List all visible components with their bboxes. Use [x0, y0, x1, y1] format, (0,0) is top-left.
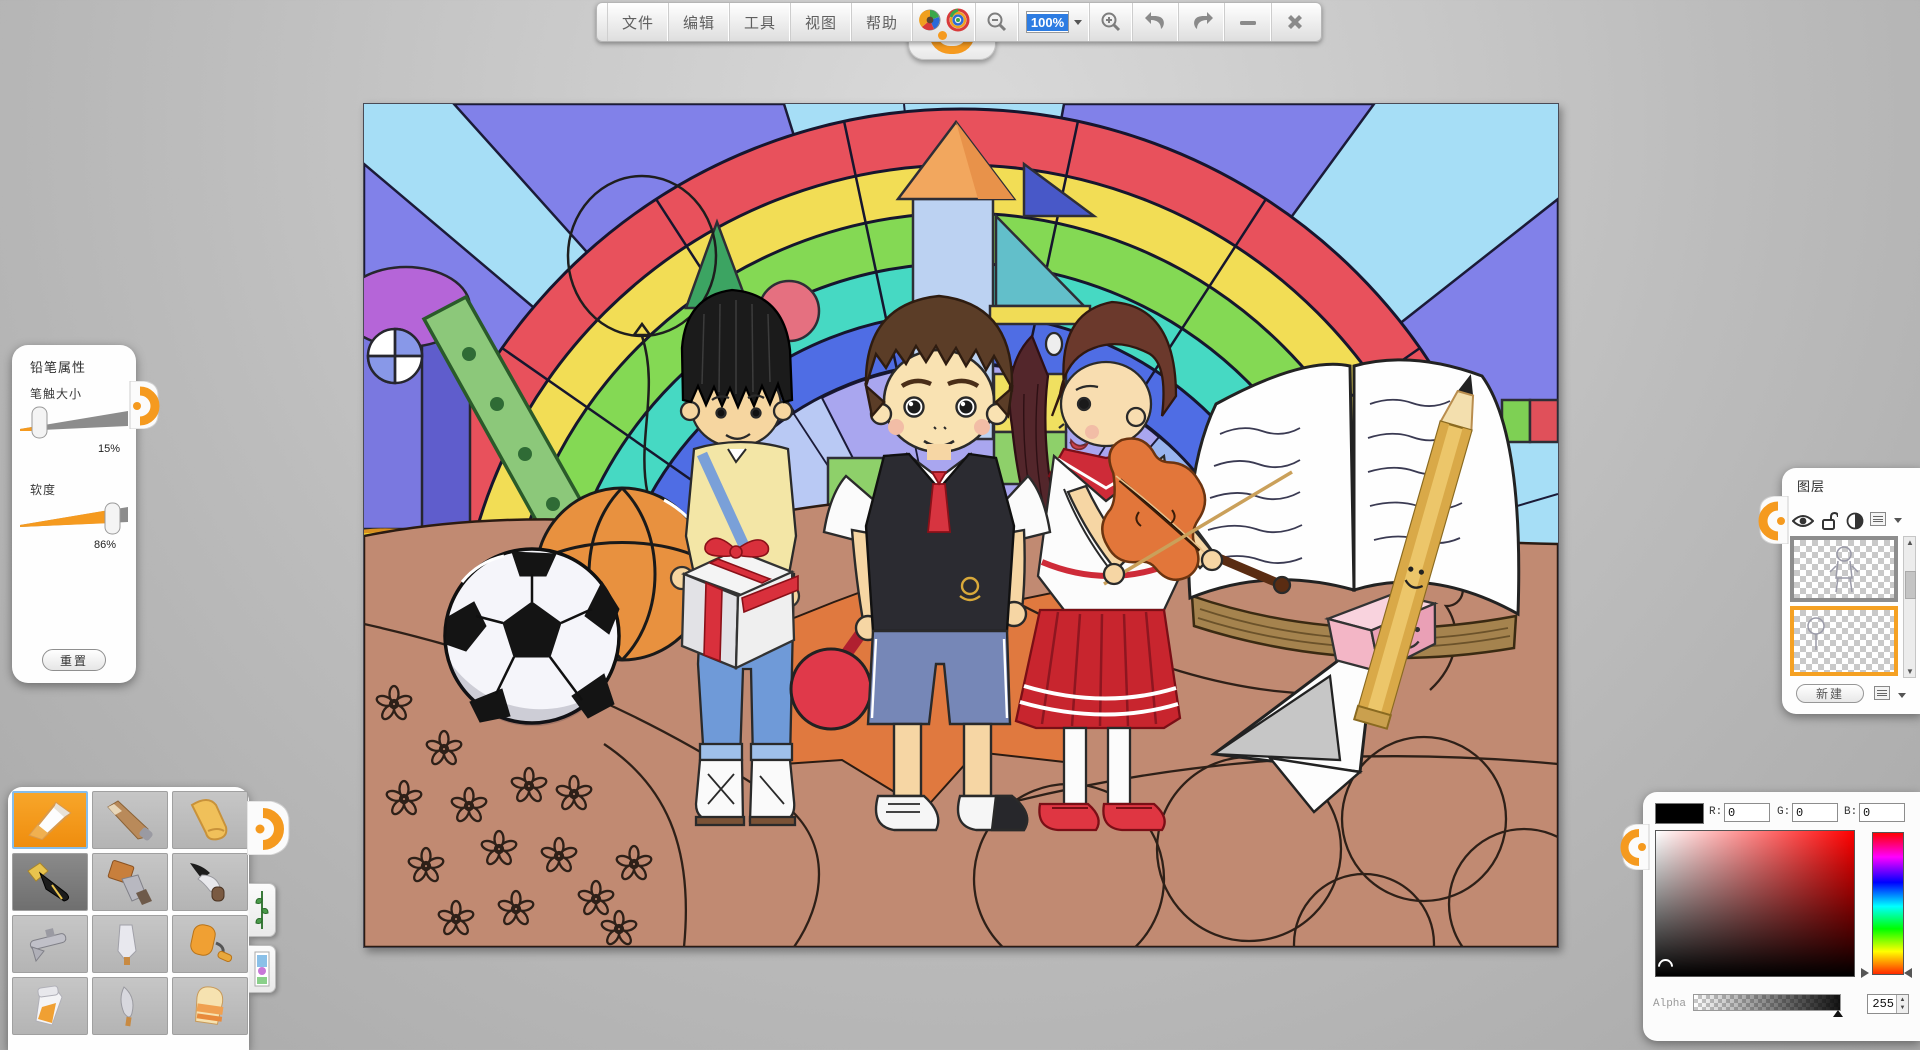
zoom-level-value[interactable]: 100%: [1027, 14, 1068, 31]
color-panel: R: G: B: Alpha 255 ▲ ▼: [1643, 792, 1920, 1041]
tool-pencil-tip[interactable]: [12, 791, 88, 849]
menu-file[interactable]: 文件: [608, 3, 669, 41]
spin-down-icon[interactable]: ▼: [1900, 1005, 1906, 1011]
tool-paint-jar[interactable]: [12, 977, 88, 1035]
alpha-spinner[interactable]: 255 ▲ ▼: [1867, 994, 1909, 1014]
scroll-up-icon[interactable]: ▲: [1906, 538, 1914, 547]
menu-view[interactable]: 视图: [791, 3, 852, 41]
layer-thumbnail-active[interactable]: [1790, 606, 1898, 676]
toolbar-endcap: [597, 3, 608, 41]
pencil-properties-panel: 铅笔属性 笔触大小 15% 软度 86% 重置: [12, 345, 136, 683]
layer-thumbnail-top[interactable]: [1790, 536, 1898, 602]
hue-marker-left[interactable]: [1861, 968, 1869, 978]
scroll-down-icon[interactable]: ▼: [1906, 667, 1914, 676]
brush-size-label: 笔触大小: [30, 385, 82, 402]
zoom-out-button[interactable]: [976, 3, 1019, 41]
close-button[interactable]: [1272, 3, 1318, 41]
picture-stamp-tab[interactable]: [249, 945, 276, 993]
alpha-marker[interactable]: [1833, 1010, 1843, 1017]
tool-crayon[interactable]: [172, 791, 248, 849]
layers-panel: 图层 ▲ ▼ 新建: [1782, 468, 1920, 714]
green-label: G:: [1777, 806, 1790, 818]
palette-ear-handle[interactable]: [247, 801, 291, 855]
opacity-icon[interactable]: [1846, 512, 1864, 535]
reset-button[interactable]: 重置: [42, 649, 106, 671]
redo-button[interactable]: [1179, 3, 1225, 41]
hue-bar[interactable]: [1872, 832, 1904, 975]
layers-options-icon[interactable]: [1874, 686, 1890, 700]
softness-value: 86%: [94, 539, 116, 551]
alpha-value: 255: [1868, 997, 1896, 1011]
blue-field[interactable]: [1859, 803, 1905, 822]
zoom-level-field[interactable]: 100%: [1019, 3, 1090, 41]
menu-edit[interactable]: 编辑: [669, 3, 730, 41]
menu-tools[interactable]: 工具: [730, 3, 791, 41]
tool-palette-knife[interactable]: [92, 915, 168, 973]
drawing-canvas[interactable]: [363, 103, 1559, 948]
layers-ear-handle[interactable]: [1756, 496, 1790, 544]
sv-cursor[interactable]: [1655, 956, 1676, 977]
new-layer-button[interactable]: 新建: [1796, 684, 1864, 703]
hue-marker-right[interactable]: [1904, 968, 1912, 978]
eye-icon[interactable]: [1792, 512, 1814, 535]
layers-panel-title: 图层: [1797, 476, 1825, 495]
blue-label: B:: [1844, 806, 1857, 818]
red-field[interactable]: [1724, 803, 1770, 822]
color-ear-handle[interactable]: [1619, 824, 1651, 870]
tool-painting-knife[interactable]: [92, 977, 168, 1035]
tool-pencil[interactable]: [92, 791, 168, 849]
current-color-swatch[interactable]: [1655, 803, 1704, 824]
panel-ear-handle[interactable]: [128, 381, 162, 429]
swirl-eye-icon[interactable]: [946, 8, 970, 37]
red-label: R:: [1709, 806, 1722, 818]
layers-options-caret-icon[interactable]: [1898, 693, 1906, 698]
scrollbar-thumb[interactable]: [1905, 571, 1916, 599]
tool-paint-roller[interactable]: [172, 915, 248, 973]
clown-nose-icon: [938, 31, 947, 40]
plant-stamp-tab[interactable]: [249, 883, 276, 937]
green-field[interactable]: [1792, 803, 1838, 822]
zoom-in-button[interactable]: [1090, 3, 1133, 41]
menu-help[interactable]: 帮助: [852, 3, 913, 41]
spin-up-icon[interactable]: ▲: [1900, 997, 1906, 1003]
tool-palette: [8, 787, 249, 1050]
softness-label: 软度: [30, 481, 56, 498]
unlock-icon[interactable]: [1820, 512, 1838, 535]
tool-airbrush[interactable]: [12, 915, 88, 973]
alpha-slider[interactable]: [1693, 994, 1841, 1011]
pencil-panel-title: 铅笔属性: [30, 357, 86, 376]
saturation-value-box[interactable]: [1655, 830, 1855, 977]
brush-size-handle[interactable]: [32, 407, 47, 438]
tool-ink-brush[interactable]: [172, 853, 248, 911]
brush-size-value: 15%: [98, 443, 120, 455]
softness-slider[interactable]: [18, 501, 130, 537]
layers-scrollbar[interactable]: ▲ ▼: [1903, 536, 1916, 678]
zoom-dropdown-caret-icon[interactable]: [1074, 20, 1082, 25]
minimize-button[interactable]: [1225, 3, 1272, 41]
layer-menu-icon[interactable]: [1870, 512, 1886, 526]
main-toolbar: 文件 编辑 工具 视图 帮助 100%: [596, 2, 1322, 42]
tool-fountain-pen[interactable]: [12, 853, 88, 911]
softness-handle[interactable]: [105, 503, 120, 534]
undo-button[interactable]: [1133, 3, 1179, 41]
brush-size-slider[interactable]: [18, 405, 130, 441]
alpha-label: Alpha: [1653, 998, 1686, 1010]
soccer-ball: [445, 549, 619, 726]
tool-eraser[interactable]: [172, 977, 248, 1035]
tool-flat-brush[interactable]: [92, 853, 168, 911]
layer-menu-caret-icon[interactable]: [1894, 518, 1902, 523]
